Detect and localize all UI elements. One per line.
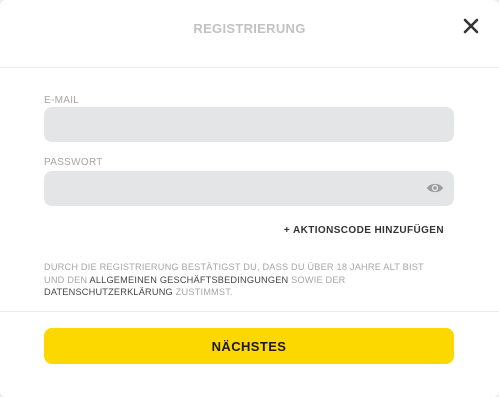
email-label: E-MAIL (44, 95, 80, 106)
terms-conditions-link[interactable]: ALLGEMEINEN GESCHÄFTSBEDINGUNGEN (90, 275, 289, 285)
terms-text-part: SOWIE DER (288, 274, 346, 285)
modal-header: REGISTRIERUNG (0, 0, 499, 68)
email-field-wrapper (44, 107, 454, 142)
password-field[interactable] (44, 171, 454, 206)
terms-text: DURCH DIE REGISTRIERUNG BESTÄTIGST DU, D… (44, 261, 424, 299)
email-field[interactable] (44, 107, 454, 142)
password-label: PASSWORT (44, 157, 103, 168)
next-button[interactable]: NÄCHSTES (44, 328, 454, 364)
password-field-wrapper (44, 171, 454, 206)
registration-modal: REGISTRIERUNG E-MAIL PASSWORT + AKTIONSC… (0, 0, 499, 397)
eye-icon[interactable] (426, 181, 444, 195)
terms-text-part: ZUSTIMMST. (172, 287, 233, 297)
add-promo-code-link[interactable]: + AKTIONSCODE HINZUFÜGEN (284, 225, 444, 236)
close-icon[interactable] (461, 16, 481, 36)
privacy-policy-link[interactable]: DATENSCHUTZERKLÄRUNG (44, 287, 173, 297)
modal-title: REGISTRIERUNG (193, 21, 306, 36)
footer-divider (0, 311, 499, 312)
